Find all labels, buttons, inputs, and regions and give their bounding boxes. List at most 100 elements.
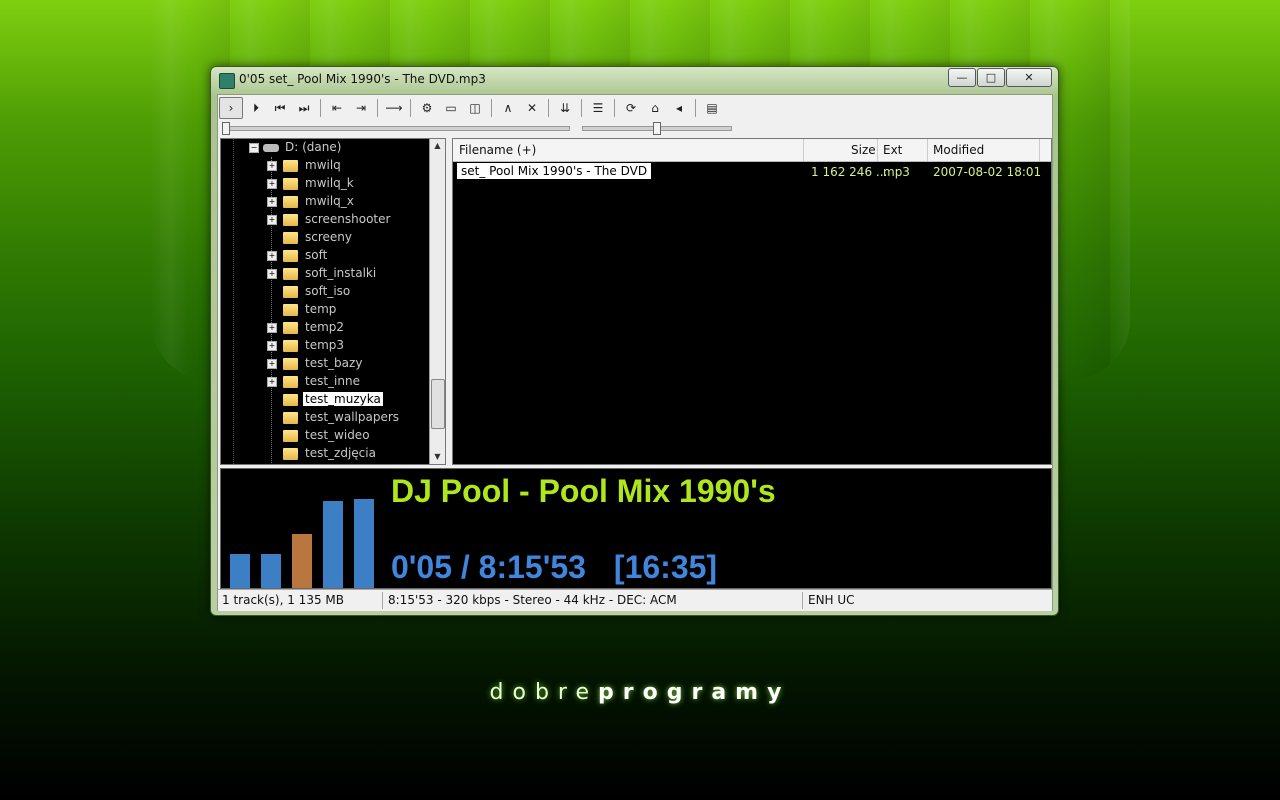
toolbar-separator xyxy=(548,99,549,117)
layout-icon[interactable]: ☰ xyxy=(587,98,609,118)
folder-icon xyxy=(283,304,298,316)
refresh-icon[interactable]: ⟳ xyxy=(620,98,642,118)
column-divider[interactable] xyxy=(877,139,878,161)
status-stream-info: 8:15'53 - 320 kbps - Stereo - 44 kHz - D… xyxy=(388,593,677,607)
tree-item[interactable]: test_wallpapers xyxy=(221,409,431,427)
folder-icon xyxy=(283,448,298,460)
minimize-button[interactable]: — xyxy=(948,68,976,87)
tree-item[interactable]: + soft_instalki xyxy=(221,265,431,283)
playlist-icon[interactable]: ▤ xyxy=(701,98,723,118)
file-name: set_ Pool Mix 1990's - The DVD xyxy=(457,163,652,179)
status-tracks: 1 track(s), 1 135 MB xyxy=(222,593,344,607)
tree-item[interactable]: + screenshooter xyxy=(221,211,431,229)
app-icon[interactable] xyxy=(219,73,235,89)
tree-item[interactable]: temp xyxy=(221,301,431,319)
tree-item[interactable]: + mwilq_x xyxy=(221,193,431,211)
tree-item-label: test_inne xyxy=(305,374,360,388)
volume-slider-thumb[interactable] xyxy=(653,122,661,135)
arrow-right-icon[interactable]: ⟶ xyxy=(383,98,405,118)
tree-drive[interactable]: − D: (dane) xyxy=(221,139,431,157)
status-bar: 1 track(s), 1 135 MB 8:15'53 - 320 kbps … xyxy=(218,589,1052,611)
tree-item[interactable]: + test_bazy xyxy=(221,355,431,373)
caret-up-icon[interactable]: ∧ xyxy=(497,98,519,118)
tree-item-label: mwilq_k xyxy=(305,176,354,190)
panel-icon[interactable]: ◫ xyxy=(464,98,486,118)
client-area: › ⏵ ⏮ ⏭ ⇤ ⇥ ⟶ ⚙ ▭ ◫ ∧ ✕ ⇊ ☰ ⟳ ⌂ ◂ ▤ − D: (dane) + mwilq + mw… xyxy=(217,94,1053,611)
tree-item[interactable]: + soft xyxy=(221,247,431,265)
tree-item-label: screenshooter xyxy=(305,212,391,226)
tree-item-label: temp2 xyxy=(305,320,345,334)
file-list[interactable]: Filename (+) Size Ext Modified set_ Pool… xyxy=(452,138,1052,465)
home-icon[interactable]: ⌂ xyxy=(644,98,666,118)
folder-tree[interactable]: − D: (dane) + mwilq + mwilq_k + mwilq_x + scree… xyxy=(220,138,446,465)
tree-item[interactable]: + temp2 xyxy=(221,319,431,337)
folder-icon xyxy=(283,430,298,442)
tree-expand-toggle[interactable]: + xyxy=(267,161,277,171)
column-size[interactable]: Size xyxy=(851,143,876,157)
tree-collapse-toggle[interactable]: − xyxy=(249,143,259,153)
tree-item[interactable]: + mwilq_k xyxy=(221,175,431,193)
maximize-button[interactable]: □ xyxy=(977,68,1005,87)
tree-expand-toggle[interactable]: + xyxy=(267,359,277,369)
folder-icon xyxy=(283,160,298,172)
folder-back-icon[interactable]: ⇤ xyxy=(326,98,348,118)
close-icon[interactable]: ✕ xyxy=(521,98,543,118)
tree-item[interactable]: test_wideo xyxy=(221,427,431,445)
position-slider[interactable] xyxy=(222,126,570,131)
column-divider[interactable] xyxy=(803,139,804,161)
tree-expand-toggle[interactable]: + xyxy=(267,377,277,387)
column-ext[interactable]: Ext xyxy=(883,143,902,157)
sort-down-icon[interactable]: ⇊ xyxy=(554,98,576,118)
tree-item[interactable]: + test_inne xyxy=(221,373,431,391)
scrollbar-thumb[interactable] xyxy=(431,379,445,429)
tree-item-label: test_bazy xyxy=(305,356,363,370)
toolbar-separator xyxy=(614,99,615,117)
column-modified[interactable]: Modified xyxy=(933,143,984,157)
toolbar-separator xyxy=(410,99,411,117)
spectrum-bar xyxy=(323,501,343,588)
tree-expand-toggle[interactable]: + xyxy=(267,197,277,207)
folder-icon xyxy=(283,268,298,280)
file-modified: 2007-08-02 18:01 xyxy=(933,165,1042,179)
scroll-up-arrow[interactable]: ▲ xyxy=(430,139,445,153)
volume-icon[interactable]: ◂ xyxy=(668,98,690,118)
tree-item[interactable]: soft_iso xyxy=(221,283,431,301)
tree-item[interactable]: test_zdjęcia xyxy=(221,445,431,463)
tree-expand-toggle[interactable]: + xyxy=(267,179,277,189)
play-next-icon[interactable]: › xyxy=(219,97,243,119)
brand-bold: programy xyxy=(598,680,791,705)
play-icon[interactable]: ⏵ xyxy=(245,98,267,118)
table-row[interactable]: set_ Pool Mix 1990's - The DVD 1 162 246… xyxy=(453,163,1051,181)
scroll-down-arrow[interactable]: ▼ xyxy=(430,450,445,464)
tree-expand-toggle[interactable]: + xyxy=(267,341,277,351)
tree-item[interactable]: + mwilq xyxy=(221,157,431,175)
column-divider[interactable] xyxy=(927,139,928,161)
tree-item[interactable]: + temp3 xyxy=(221,337,431,355)
tree-item[interactable]: screeny xyxy=(221,229,431,247)
next-icon[interactable]: ⏭ xyxy=(293,98,315,118)
tree-scrollbar[interactable]: ▲ ▼ xyxy=(429,139,445,464)
folder-icon xyxy=(283,214,298,226)
now-playing-time: 0'05 / 8:15'53 [16:35] xyxy=(391,549,717,586)
tree-expand-toggle[interactable]: + xyxy=(267,269,277,279)
tree-expand-toggle[interactable]: + xyxy=(267,215,277,225)
folder-forward-icon[interactable]: ⇥ xyxy=(350,98,372,118)
column-divider[interactable] xyxy=(1039,139,1040,161)
view-icon[interactable]: ▭ xyxy=(440,98,462,118)
tree-item-label: test_muzyka xyxy=(303,392,383,406)
settings-icon[interactable]: ⚙ xyxy=(416,98,438,118)
now-playing-title: DJ Pool - Pool Mix 1990's xyxy=(391,473,776,509)
spectrum-bar xyxy=(230,554,250,588)
tree-item-label: soft_iso xyxy=(305,284,351,298)
tree-item[interactable]: test_muzyka xyxy=(221,391,431,409)
spectrum-bar xyxy=(292,534,312,588)
tree-expand-toggle[interactable]: + xyxy=(267,251,277,261)
elapsed-time: 0'05 / 8:15'53 xyxy=(391,549,586,585)
close-button[interactable]: ✕ xyxy=(1006,68,1052,87)
folder-icon xyxy=(283,196,298,208)
tree-expand-toggle[interactable]: + xyxy=(267,323,277,333)
position-slider-thumb[interactable] xyxy=(222,122,230,135)
title-bar[interactable]: 0'05 set_ Pool Mix 1990's - The DVD.mp3 … xyxy=(211,67,1058,93)
previous-icon[interactable]: ⏮ xyxy=(269,98,291,118)
column-filename[interactable]: Filename (+) xyxy=(459,143,536,157)
